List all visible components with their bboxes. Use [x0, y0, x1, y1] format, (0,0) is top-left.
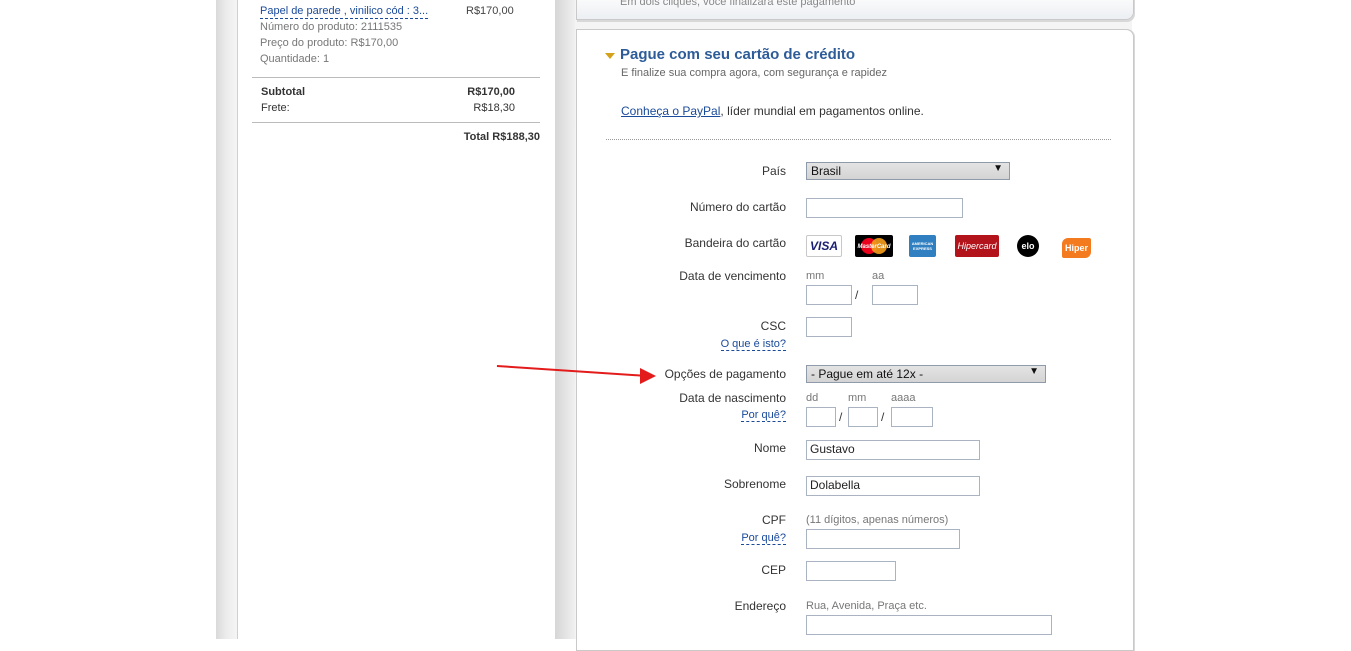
column-gutter [555, 0, 575, 639]
birth-month-input[interactable] [848, 407, 878, 427]
expiry-month-input[interactable] [806, 285, 852, 305]
summary-divider [252, 122, 540, 123]
address-hint: Rua, Avenida, Praça etc. [806, 600, 927, 612]
svg-text:MasterCard: MasterCard [857, 244, 890, 250]
cpf-help-link[interactable]: Por quê? [741, 532, 786, 545]
birth-year-input[interactable] [891, 407, 933, 427]
credit-card-panel [576, 29, 1134, 651]
elo-icon[interactable]: elo [1017, 235, 1039, 257]
panel-subtitle: E finalize sua compra agora, com seguran… [621, 67, 887, 79]
first-name-input[interactable]: Gustavo [806, 440, 980, 460]
cpf-hint: (11 dígitos, apenas números) [806, 514, 949, 526]
last-name-label: Sobrenome [723, 477, 786, 491]
birth-date-label: Data de nascimento [679, 391, 786, 405]
birth-help-link[interactable]: Por quê? [741, 409, 786, 422]
dotted-divider [606, 139, 1111, 140]
shipping-value: R$18,30 [473, 102, 515, 114]
cpf-label: CPF [762, 513, 786, 527]
address-input[interactable] [806, 615, 1052, 635]
paypal-intro-text: , líder mundial em pagamentos online. [720, 104, 924, 118]
birth-month-hint: mm [848, 392, 867, 404]
installments-select-value: - Pague em até 12x - [811, 367, 924, 381]
cep-label: CEP [761, 563, 786, 577]
installments-label: Opções de pagamento [664, 367, 786, 381]
hiper-icon[interactable]: Hiper [1062, 238, 1091, 258]
last-name-input[interactable]: Dolabella [806, 476, 980, 496]
cep-input[interactable] [806, 561, 896, 581]
dropdown-arrow-icon: ▼ [993, 163, 1003, 174]
hipercard-icon[interactable]: Hipercard [955, 235, 999, 257]
card-brand-label: Bandeira do cartão [684, 236, 786, 250]
paypal-intro: Conheça o PayPal, líder mundial em pagam… [621, 104, 924, 118]
subtotal-value: R$170,00 [467, 86, 515, 98]
expiry-label: Data de vencimento [679, 269, 786, 283]
mastercard-icon[interactable]: MasterCard [855, 235, 893, 257]
installments-select[interactable]: - Pague em até 12x - ▼ [806, 365, 1046, 383]
cpf-input[interactable] [806, 529, 960, 549]
date-separator: / [881, 410, 885, 424]
paypal-link[interactable]: Conheça o PayPal [621, 104, 720, 118]
panel-title: Pague com seu cartão de crédito [620, 46, 856, 63]
order-total: Total R$188,30 [463, 131, 540, 143]
product-quantity: Quantidade: 1 [260, 53, 330, 65]
shipping-label: Frete: [261, 102, 290, 114]
product-price: Preço do produto: R$170,00 [260, 37, 399, 49]
product-number: Número do produto: 2111535 [260, 21, 403, 33]
card-number-label: Número do cartão [689, 200, 786, 214]
quick-checkout-note: Em dois cliques, você finalizará este pa… [620, 0, 856, 8]
item-price: R$170,00 [466, 5, 514, 17]
collapse-triangle-icon[interactable] [605, 53, 615, 59]
expiry-year-hint: aa [872, 270, 885, 282]
country-label: País [761, 164, 786, 178]
birth-day-input[interactable] [806, 407, 836, 427]
summary-divider [252, 77, 540, 78]
csc-input[interactable] [806, 317, 852, 337]
expiry-month-hint: mm [806, 270, 825, 282]
expiry-year-input[interactable] [872, 285, 918, 305]
country-select-value: Brasil [811, 164, 842, 178]
annotation-arrow-icon [640, 368, 656, 384]
date-separator: / [855, 288, 859, 302]
birth-year-hint: aaaa [891, 392, 916, 404]
address-label: Endereço [734, 599, 786, 613]
country-select[interactable]: Brasil ▼ [806, 162, 1010, 180]
dropdown-arrow-icon: ▼ [1029, 366, 1039, 377]
birth-day-hint: dd [806, 392, 819, 404]
item-link[interactable]: Papel de parede , vinilico cód : 3... [260, 5, 429, 19]
csc-help-link[interactable]: O que é isto? [720, 338, 786, 351]
csc-label: CSC [760, 319, 786, 333]
date-separator: / [839, 410, 843, 424]
first-name-label: Nome [753, 441, 786, 455]
subtotal-label: Subtotal [261, 86, 305, 98]
amex-icon[interactable]: AMERICAN EXPRESS [909, 235, 936, 257]
visa-icon[interactable]: VISA [806, 235, 842, 257]
card-number-input[interactable] [806, 198, 963, 218]
